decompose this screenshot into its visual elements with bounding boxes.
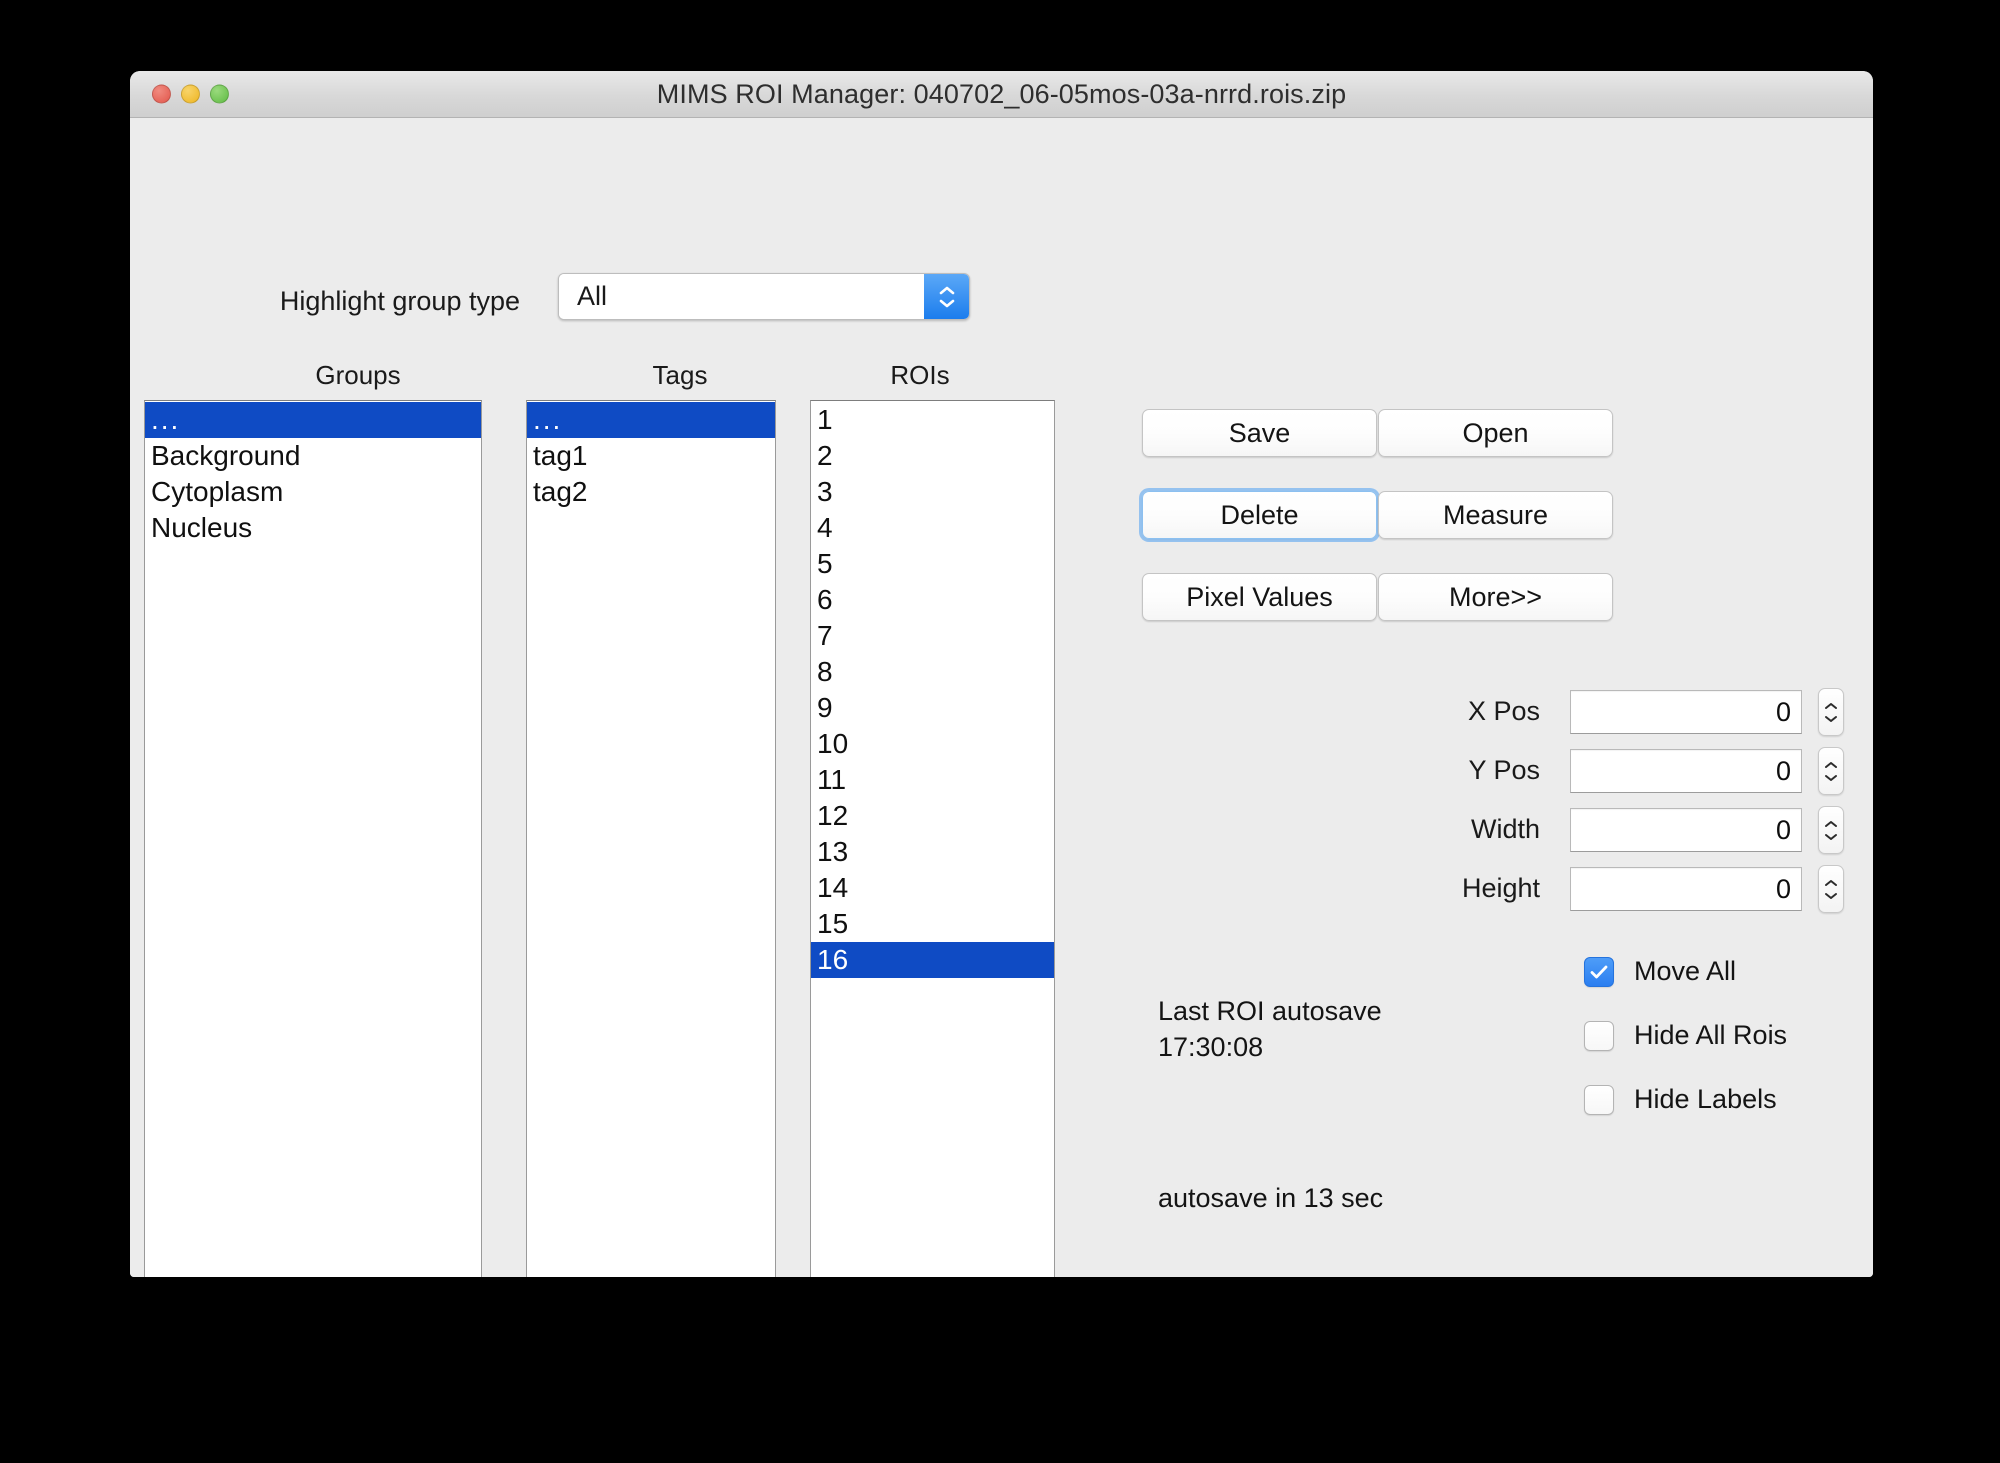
chevron-down-icon bbox=[939, 299, 955, 308]
highlight-group-type-value: All bbox=[559, 274, 924, 319]
move-all-checkbox[interactable] bbox=[1584, 956, 1614, 987]
stepper-down-icon bbox=[1825, 833, 1837, 840]
rois-list-item[interactable]: 8 bbox=[811, 654, 1054, 690]
pixel-values-button[interactable]: Pixel Values bbox=[1142, 573, 1377, 621]
tags-list[interactable]: ... tag1 tag2 bbox=[526, 400, 776, 1277]
width-stepper[interactable] bbox=[1818, 806, 1844, 854]
rois-list-item[interactable]: 10 bbox=[811, 726, 1054, 762]
groups-list-item[interactable]: Background bbox=[145, 438, 481, 474]
mims-roi-manager-window: MIMS ROI Manager: 040702_06-05mos-03a-nr… bbox=[130, 71, 1873, 1277]
y-pos-input[interactable]: 0 bbox=[1570, 749, 1802, 793]
window-title: MIMS ROI Manager: 040702_06-05mos-03a-nr… bbox=[656, 78, 1347, 109]
window-controls bbox=[152, 84, 229, 104]
rois-list-item[interactable]: 3 bbox=[811, 474, 1054, 510]
hide-labels-checkbox[interactable] bbox=[1584, 1084, 1614, 1115]
chevron-up-icon bbox=[939, 286, 955, 295]
groups-column-title: Groups bbox=[315, 360, 401, 390]
rois-list-item[interactable]: 4 bbox=[811, 510, 1054, 546]
width-input[interactable]: 0 bbox=[1570, 808, 1802, 852]
hide-labels-checkbox-row[interactable]: Hide Labels bbox=[1584, 1084, 1777, 1115]
rois-list-item[interactable]: 2 bbox=[811, 438, 1054, 474]
rois-list-item[interactable]: 15 bbox=[811, 906, 1054, 942]
move-all-checkbox-row[interactable]: Move All bbox=[1584, 956, 1736, 987]
rois-list-item[interactable]: 6 bbox=[811, 582, 1054, 618]
stepper-up-icon bbox=[1825, 879, 1837, 886]
hide-all-rois-checkbox-row[interactable]: Hide All Rois bbox=[1584, 1020, 1787, 1051]
groups-list[interactable]: ... Background Cytoplasm Nucleus bbox=[144, 400, 482, 1277]
x-pos-input[interactable]: 0 bbox=[1570, 690, 1802, 734]
rois-list[interactable]: 1 2 3 4 5 6 7 8 9 10 11 12 13 14 15 16 bbox=[810, 400, 1055, 1277]
stepper-down-icon bbox=[1825, 892, 1837, 899]
more-button[interactable]: More>> bbox=[1378, 573, 1613, 621]
stepper-up-icon bbox=[1825, 820, 1837, 827]
width-label: Width bbox=[1470, 814, 1540, 844]
close-button[interactable] bbox=[152, 84, 171, 104]
stepper-down-icon bbox=[1825, 774, 1837, 781]
next-autosave-status: autosave in 13 sec bbox=[1158, 1183, 1384, 1213]
rois-list-item[interactable]: 11 bbox=[811, 762, 1054, 798]
rois-list-item[interactable]: 7 bbox=[811, 618, 1054, 654]
move-all-label: Move All bbox=[1634, 956, 1737, 986]
highlight-group-type-select[interactable]: All bbox=[558, 273, 970, 320]
highlight-group-type-label: Highlight group type bbox=[279, 286, 520, 316]
measure-button[interactable]: Measure bbox=[1378, 491, 1613, 539]
rois-list-item[interactable]: 14 bbox=[811, 870, 1054, 906]
rois-list-item[interactable]: 9 bbox=[811, 690, 1054, 726]
zoom-button[interactable] bbox=[210, 84, 229, 104]
rois-list-item[interactable]: 12 bbox=[811, 798, 1054, 834]
last-autosave-status: Last ROI autosave 17:30:08 bbox=[1158, 993, 1382, 1065]
stepper-up-icon bbox=[1825, 702, 1837, 709]
hide-all-rois-checkbox[interactable] bbox=[1584, 1020, 1614, 1051]
stepper-up-icon bbox=[1825, 761, 1837, 768]
save-button[interactable]: Save bbox=[1142, 409, 1377, 457]
x-pos-stepper[interactable] bbox=[1818, 688, 1844, 736]
height-label: Height bbox=[1461, 873, 1540, 903]
groups-list-item[interactable]: ... bbox=[145, 402, 481, 438]
groups-list-item[interactable]: Nucleus bbox=[145, 510, 481, 546]
rois-list-item[interactable]: 1 bbox=[811, 402, 1054, 438]
tags-list-item[interactable]: ... bbox=[527, 402, 775, 438]
minimize-button[interactable] bbox=[181, 84, 200, 104]
chevron-up-down-icon[interactable] bbox=[924, 274, 969, 319]
last-autosave-time: 17:30:08 bbox=[1158, 1032, 1264, 1062]
x-pos-label: X Pos bbox=[1467, 696, 1540, 726]
tags-list-item[interactable]: tag1 bbox=[527, 438, 775, 474]
rois-list-item[interactable]: 5 bbox=[811, 546, 1054, 582]
title-bar[interactable]: MIMS ROI Manager: 040702_06-05mos-03a-nr… bbox=[130, 71, 1873, 118]
check-icon bbox=[1590, 965, 1608, 978]
groups-list-item[interactable]: Cytoplasm bbox=[145, 474, 481, 510]
hide-all-rois-label: Hide All Rois bbox=[1634, 1020, 1788, 1050]
y-pos-label: Y Pos bbox=[1468, 755, 1540, 785]
rois-list-item[interactable]: 13 bbox=[811, 834, 1054, 870]
last-autosave-label: Last ROI autosave bbox=[1158, 996, 1382, 1026]
open-button[interactable]: Open bbox=[1378, 409, 1613, 457]
y-pos-stepper[interactable] bbox=[1818, 747, 1844, 795]
height-input[interactable]: 0 bbox=[1570, 867, 1802, 911]
rois-column-title: ROIs bbox=[890, 360, 950, 390]
delete-button[interactable]: Delete bbox=[1142, 491, 1377, 539]
stepper-down-icon bbox=[1825, 715, 1837, 722]
tags-list-item[interactable]: tag2 bbox=[527, 474, 775, 510]
hide-labels-label: Hide Labels bbox=[1634, 1084, 1777, 1114]
window-body: Highlight group type All Groups Tags ROI… bbox=[130, 118, 1873, 1277]
height-stepper[interactable] bbox=[1818, 865, 1844, 913]
rois-list-item[interactable]: 16 bbox=[811, 942, 1054, 978]
